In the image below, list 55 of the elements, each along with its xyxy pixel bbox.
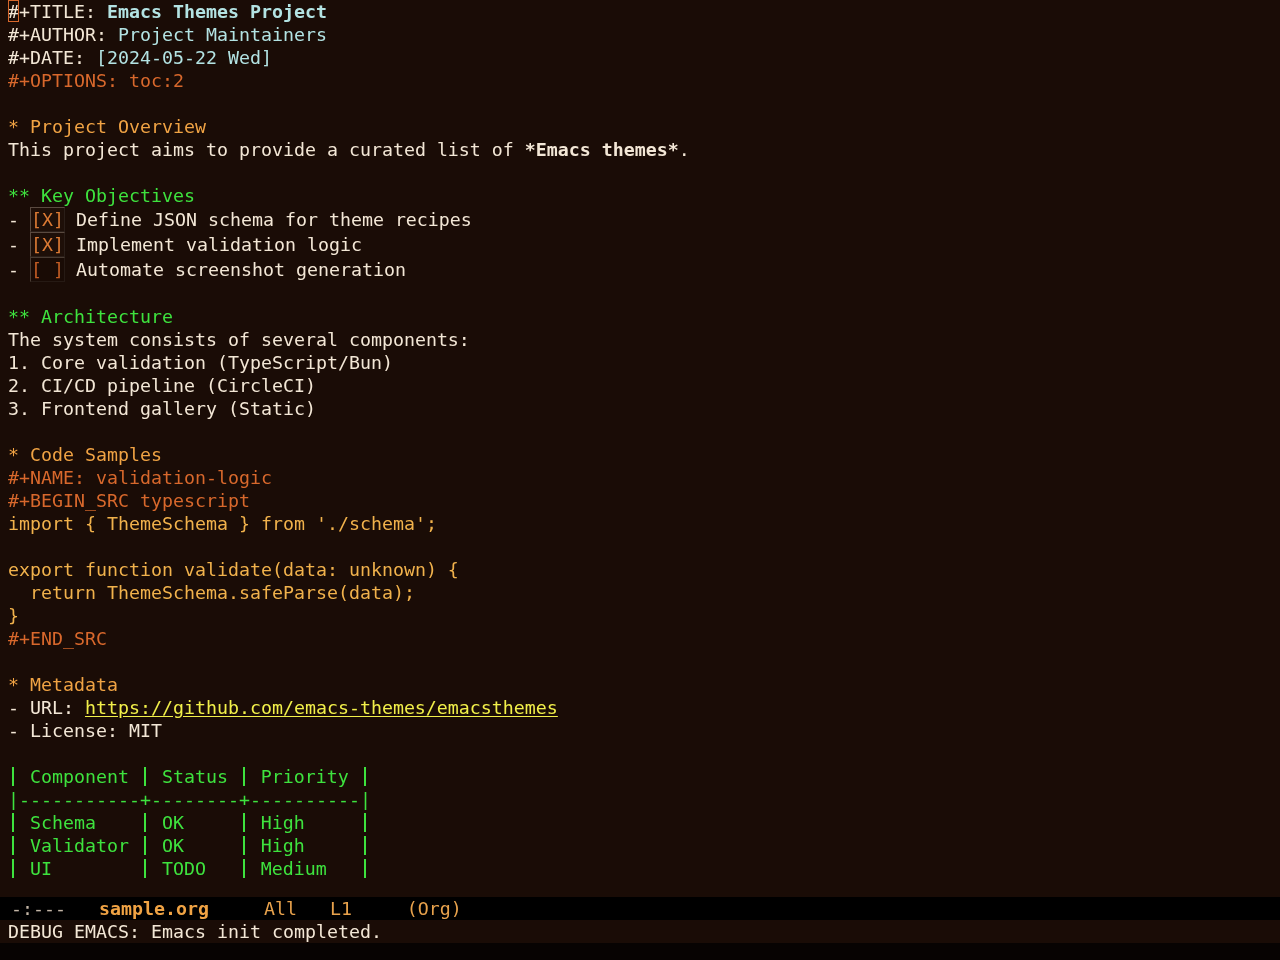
heading: * Metadata xyxy=(8,673,118,696)
list-item: 1. Core validation (TypeScript/Bun) xyxy=(8,351,393,374)
keyword-label: #+DATE: xyxy=(8,46,85,69)
keyword-value: Project Maintainers xyxy=(117,23,327,46)
paragraph: The system consists of several components: xyxy=(8,328,470,351)
table-cell: TODO xyxy=(161,857,206,880)
list-bullet: - xyxy=(8,719,19,742)
keyword-label: #+AUTHOR: xyxy=(8,23,107,46)
keyword-label: #+OPTIONS: xyxy=(8,69,118,92)
keyword-value: Emacs Themes Project xyxy=(106,0,327,23)
major-mode: (Org) xyxy=(406,897,462,920)
keyword-value: toc:2 xyxy=(128,69,184,92)
code-text: import { ThemeSchema } from './schema'; export function validate(data: unknown) { return ThemeSchema.safeParse(data); } xyxy=(8,512,459,627)
list-bullet: - xyxy=(8,233,19,256)
field-label: URL: xyxy=(30,696,74,719)
heading: * Project Overview xyxy=(8,115,206,138)
heading: ** Key Objectives xyxy=(8,184,195,207)
table-cell: Validator xyxy=(29,834,129,857)
table-header: Status xyxy=(161,765,228,788)
list-bullet: - xyxy=(8,696,19,719)
buffer-status: -:--- xyxy=(11,897,66,920)
keyword-value: [2024-05-22 Wed] xyxy=(95,46,272,69)
list-item: 2. CI/CD pipeline (CircleCI) xyxy=(8,374,316,397)
field-label: License: xyxy=(30,719,118,742)
table-cell: High xyxy=(260,834,305,857)
link[interactable]: https://github.com/emacs-themes/emacsthemes xyxy=(84,696,558,719)
src-directive: #+NAME: validation-logic xyxy=(8,466,272,489)
paragraph: This project aims to provide a curated list of *Emacs themes*. xyxy=(8,138,690,161)
table-header: Component xyxy=(29,765,129,788)
list-item: 3. Frontend gallery (Static) xyxy=(8,397,316,420)
heading: * Code Samples xyxy=(8,443,162,466)
src-directive: #+BEGIN_SRC typescript xyxy=(8,489,250,512)
table-cell: OK xyxy=(161,811,184,834)
table-cell: Schema xyxy=(29,811,96,834)
line-number: L1 xyxy=(329,897,352,920)
task-text: Define JSON schema for theme recipes xyxy=(75,208,472,231)
scroll-position: All xyxy=(263,897,297,920)
checkbox[interactable]: [X] xyxy=(30,207,65,232)
task-text: Automate screenshot generation xyxy=(75,258,406,281)
echo-message: DEBUG EMACS: Emacs init completed. xyxy=(8,920,382,943)
table-header: Priority xyxy=(260,765,349,788)
field-value: MIT xyxy=(128,719,162,742)
task-text: Implement validation logic xyxy=(75,233,362,256)
table-cell: High xyxy=(260,811,305,834)
list-bullet: - xyxy=(8,208,19,231)
checkbox[interactable]: [X] xyxy=(30,232,65,257)
table-cell: UI xyxy=(29,857,52,880)
table-cell: Medium xyxy=(260,857,327,880)
buffer-name: sample.org xyxy=(98,897,209,920)
checkbox[interactable]: [ ] xyxy=(30,257,65,282)
table-rule: |-----------+--------+----------| xyxy=(8,788,371,811)
table-cell: OK xyxy=(161,834,184,857)
heading: ** Architecture xyxy=(8,305,173,328)
src-directive: #+END_SRC xyxy=(8,627,107,650)
list-bullet: - xyxy=(8,258,19,281)
